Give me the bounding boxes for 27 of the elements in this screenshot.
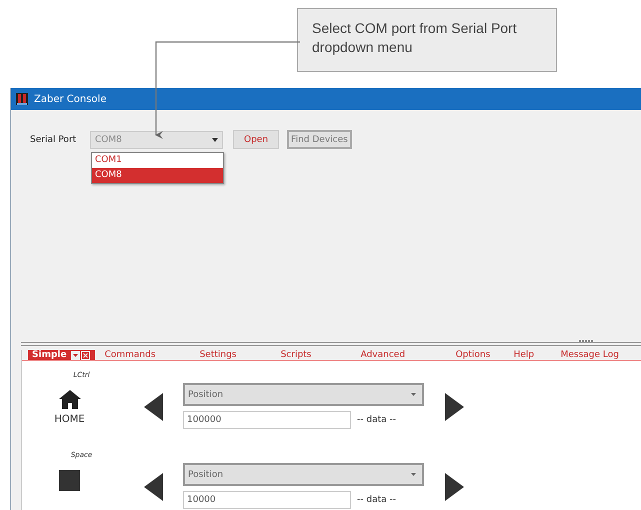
data-label: -- data -- — [357, 415, 396, 425]
value-field[interactable]: 10000 — [183, 491, 351, 509]
app-icon — [15, 92, 29, 106]
parameter-dropdown[interactable]: Position — [183, 463, 424, 486]
serial-port-dropdown[interactable]: COM8 — [90, 130, 223, 148]
caret-icon — [411, 393, 416, 396]
left-arrow-icon[interactable] — [144, 393, 163, 421]
data-label: -- data -- — [357, 495, 396, 505]
caret-icon — [411, 473, 416, 476]
dropdown-icon[interactable] — [70, 350, 80, 360]
right-arrow-icon[interactable] — [445, 393, 464, 421]
home-icon[interactable] — [58, 390, 80, 409]
grip-icon[interactable] — [579, 340, 593, 343]
serial-port-label: Serial Port — [30, 134, 78, 144]
close-icon[interactable] — [80, 350, 90, 360]
left-arrow-icon[interactable] — [144, 473, 163, 501]
right-arrow-icon[interactable] — [445, 473, 464, 501]
open-button[interactable]: Open — [233, 130, 280, 149]
dropdown-option[interactable]: COM1 — [92, 152, 223, 168]
value-field[interactable]: 100000 — [183, 411, 351, 429]
tab[interactable]: Simple — [28, 350, 95, 360]
window-title: Zaber Console — [34, 94, 106, 104]
dropdown-option[interactable]: COM8 — [92, 168, 223, 182]
callout-box: Select COM port from Serial Port dropdown menu — [297, 8, 557, 72]
command-label: HOME — [54, 414, 85, 425]
parameter-dropdown[interactable]: Position — [183, 383, 424, 406]
caret-icon — [212, 138, 218, 142]
